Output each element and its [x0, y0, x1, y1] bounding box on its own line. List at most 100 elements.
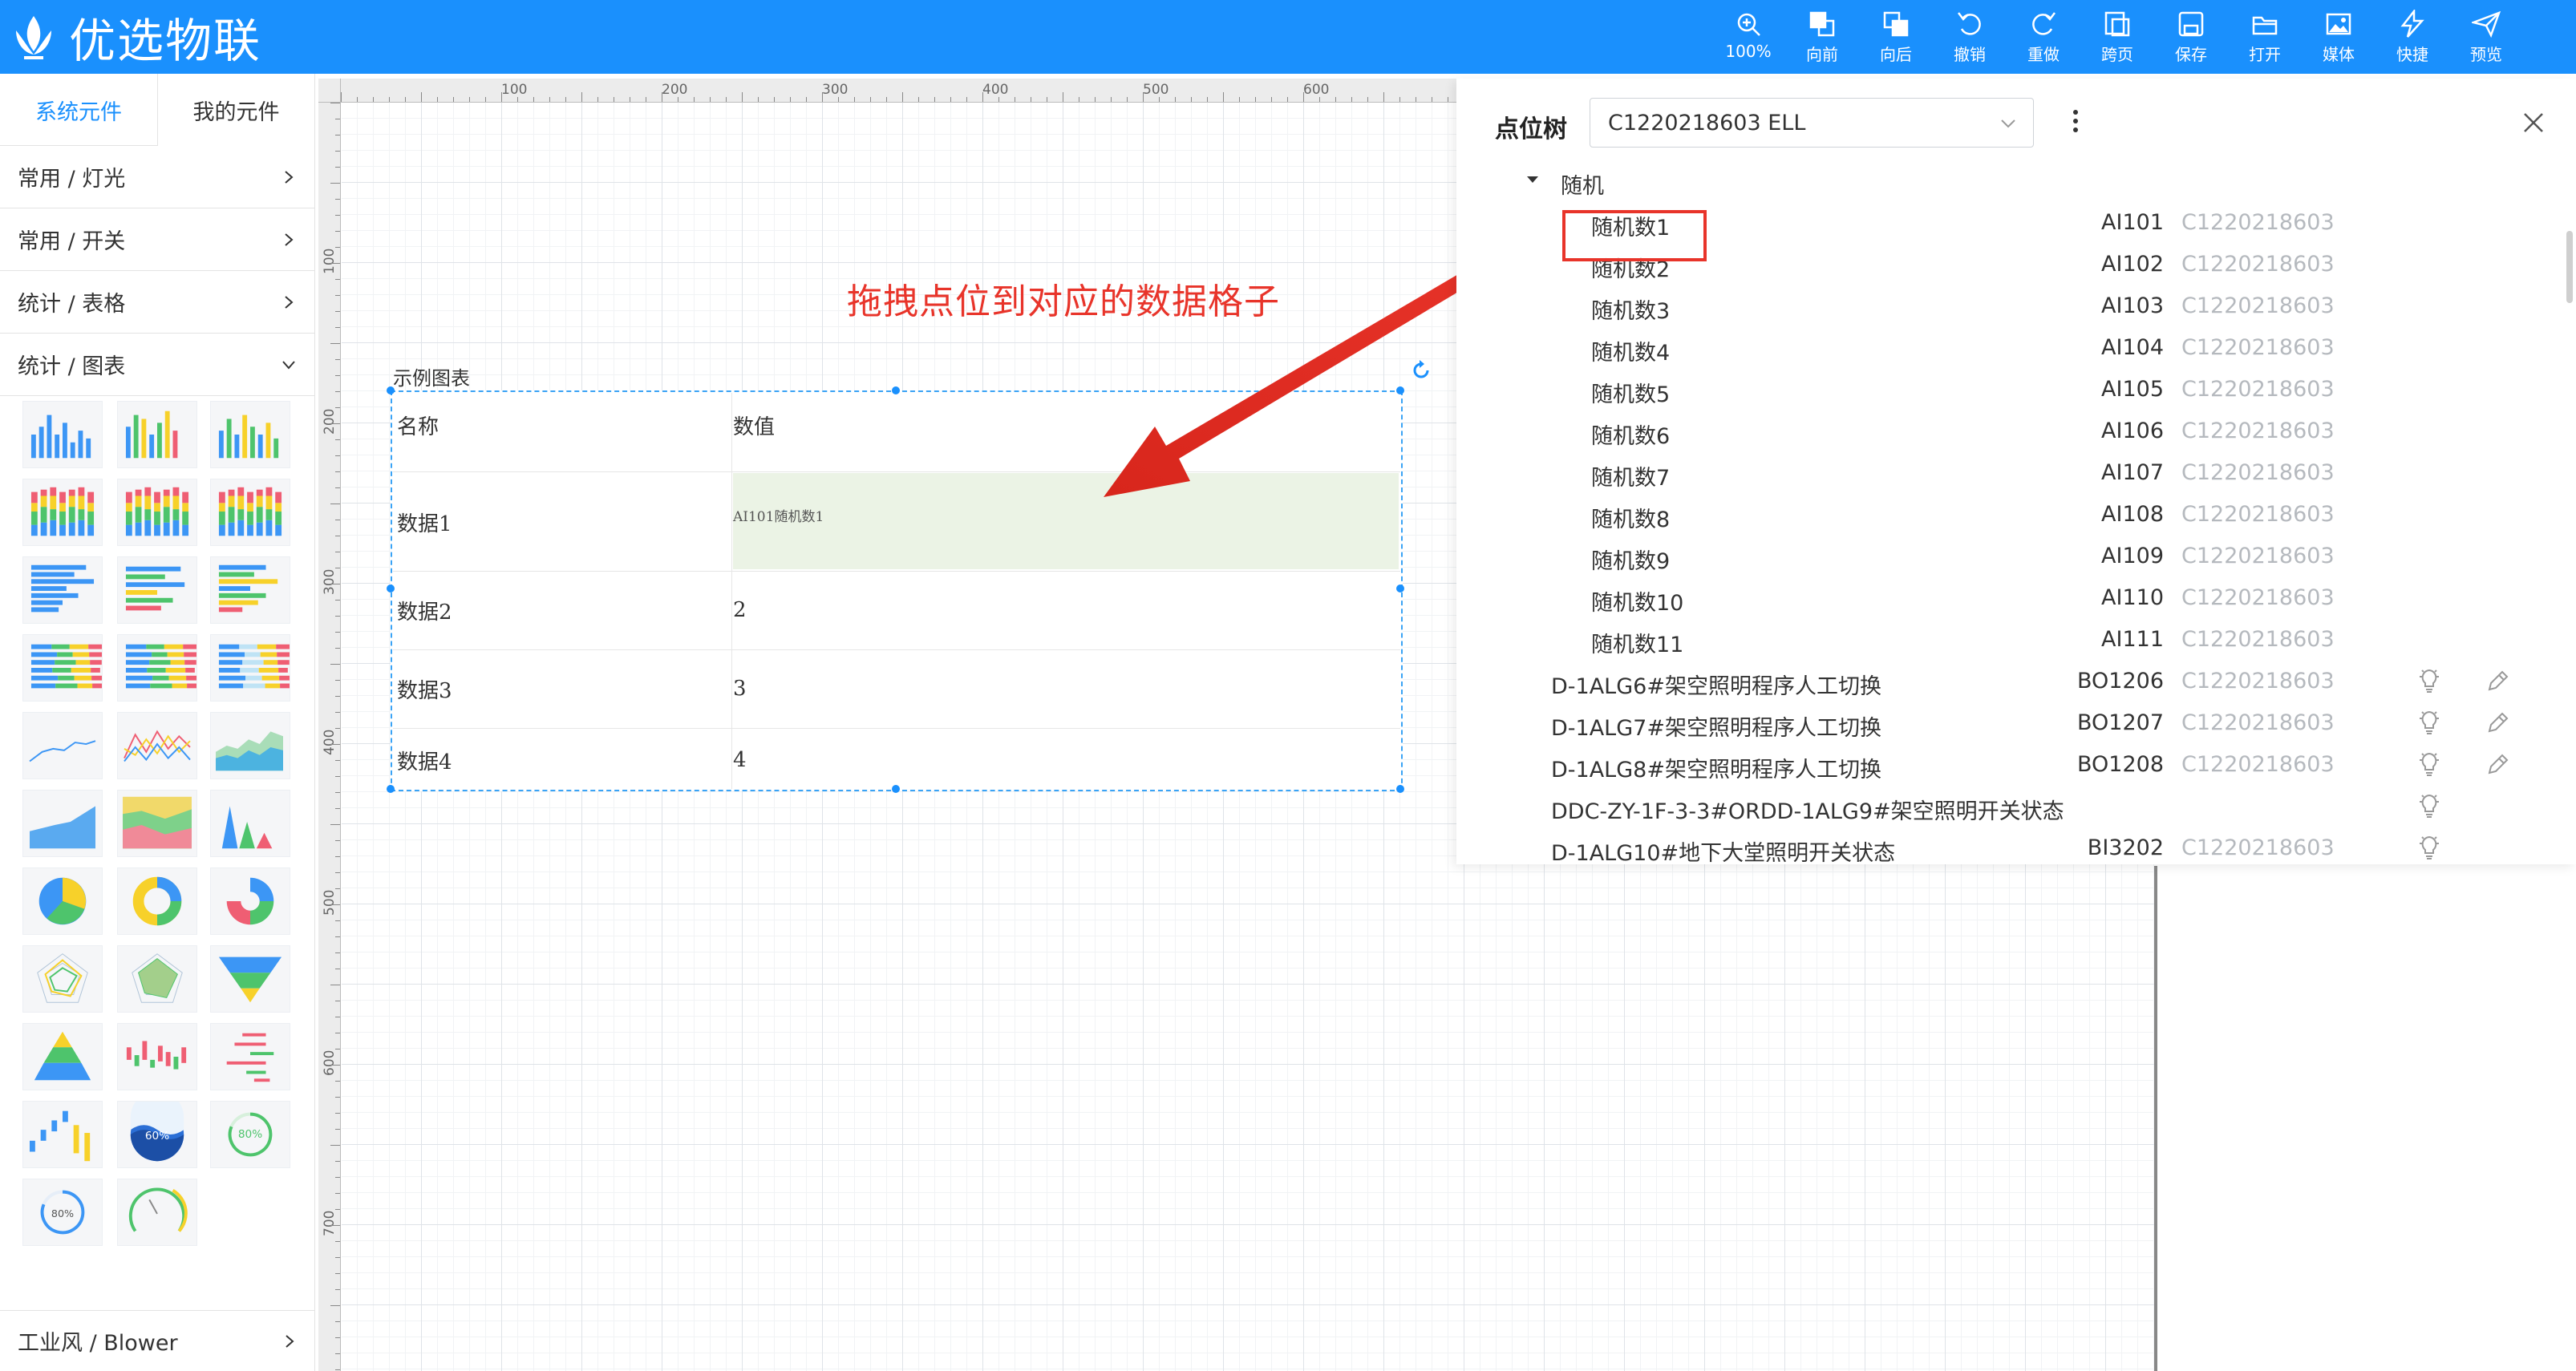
chart-thumbnail-radar2[interactable]	[117, 945, 197, 1013]
more-vertical-icon[interactable]	[2071, 107, 2080, 135]
chart-thumbnail-hbar1[interactable]	[22, 556, 103, 624]
chart-thumbnail-wave[interactable]: 60%	[117, 1101, 197, 1168]
lightbulb-icon[interactable]	[2417, 792, 2441, 819]
chart-thumbnail-stack1[interactable]	[22, 479, 103, 546]
ruler-tick	[341, 92, 342, 102]
resize-handle[interactable]	[1396, 584, 1404, 592]
chart-thumbnail-funnel[interactable]	[210, 945, 290, 1013]
ruler-tick	[335, 1129, 340, 1130]
chart-thumbnail-line1[interactable]	[22, 712, 103, 779]
toolbar-button-send-backward[interactable]: 向后	[1859, 8, 1933, 69]
close-icon[interactable]	[2521, 111, 2546, 135]
tree-group-random[interactable]: 随机	[1561, 168, 1604, 200]
resize-handle[interactable]	[892, 386, 900, 394]
ruler-tick	[335, 936, 340, 937]
chart-thumbnail-area2[interactable]	[22, 790, 103, 857]
chart-pie2-icon	[226, 877, 274, 925]
chart-thumbnail-bar2[interactable]	[117, 401, 197, 468]
ruler-tick	[330, 1065, 340, 1066]
send-icon	[2472, 10, 2501, 38]
edit-icon[interactable]	[2485, 709, 2509, 736]
chart-thumbnail-steps[interactable]	[22, 1101, 103, 1168]
toolbar-button-bring-forward[interactable]: 向前	[1785, 8, 1859, 69]
chart-thumbnail-ring80b[interactable]: 80%	[22, 1179, 103, 1246]
ruler-left-label: 300	[322, 568, 338, 595]
chart-thumbnail-donut[interactable]	[117, 867, 197, 935]
ruler-tick	[373, 97, 374, 102]
chart-thumbnail-pie2[interactable]	[210, 867, 290, 935]
ruler-tick	[335, 1369, 340, 1370]
edit-icon[interactable]	[2485, 667, 2509, 694]
lightbulb-icon[interactable]	[2417, 709, 2441, 736]
point-code: AI108	[2101, 502, 2164, 527]
toolbar-button-lightning[interactable]: 快捷	[2376, 8, 2449, 69]
device-select[interactable]: C1220218603 ELL	[1590, 98, 2034, 148]
lightbulb-icon[interactable]	[2417, 834, 2441, 861]
toolbar-button-undo[interactable]: 撤销	[1933, 8, 2007, 69]
category-table[interactable]: 统计 / 表格	[0, 271, 314, 334]
tab-system-components[interactable]: 系统元件	[0, 74, 157, 146]
resize-handle[interactable]	[387, 584, 395, 592]
resize-handle[interactable]	[892, 785, 900, 793]
chart-thumbnail-hstack3[interactable]	[210, 634, 290, 702]
tab-my-components[interactable]: 我的元件	[157, 74, 314, 146]
lightbulb-icon[interactable]	[2417, 667, 2441, 694]
chart-thumbnail-line2[interactable]	[117, 712, 197, 779]
toolbar-button-folder-open[interactable]: 打开	[2228, 8, 2302, 69]
chart-thumbnail-hbar2[interactable]	[117, 556, 197, 624]
panel-scrollbar[interactable]	[2566, 231, 2573, 303]
chart-thumbnail-area3[interactable]	[117, 790, 197, 857]
toolbar-button-save[interactable]: 保存	[2154, 8, 2228, 69]
ruler-tick	[1367, 97, 1368, 102]
chart-thumbnail-pyramid[interactable]	[22, 1023, 103, 1090]
lightbulb-icon[interactable]	[2417, 750, 2441, 778]
ruler-tick	[902, 92, 903, 102]
toolbar-label: 100%	[1725, 42, 1772, 61]
chart-thumbnail-candle[interactable]	[117, 1023, 197, 1090]
ruler-tick	[533, 97, 534, 102]
toolbar-button-zoom-in[interactable]: 100%	[1711, 8, 1785, 69]
category-lighting[interactable]: 常用 / 灯光	[0, 146, 314, 208]
toolbar-label: 重做	[2027, 45, 2060, 64]
chart-thumbnail-stack2[interactable]	[117, 479, 197, 546]
chart-thumbnail-bar3[interactable]	[210, 401, 290, 468]
ruler-tick	[335, 856, 340, 857]
ruler-tick	[335, 1081, 340, 1082]
category-switch[interactable]: 常用 / 开关	[0, 208, 314, 271]
chart-stack2-icon	[125, 487, 189, 536]
resize-handle[interactable]	[1396, 785, 1404, 793]
chart-thumbnail-area1[interactable]	[210, 712, 290, 779]
ruler-tick	[335, 279, 340, 280]
category-blower[interactable]: 工业风 / Blower	[0, 1310, 315, 1371]
toolbar-button-media[interactable]: 媒体	[2302, 8, 2376, 69]
caret-down-icon[interactable]	[1521, 167, 1545, 194]
point-device: C1220218603	[2181, 293, 2335, 318]
chart-thumbnail-pie1[interactable]	[22, 867, 103, 935]
chart-thumbnail-hbar3[interactable]	[210, 556, 290, 624]
resize-handle[interactable]	[387, 785, 395, 793]
chart-hbar3-icon	[218, 564, 278, 613]
resize-handle[interactable]	[387, 386, 395, 394]
gauge-label: 60%	[145, 1130, 169, 1142]
point-code: AI109	[2101, 544, 2164, 568]
chart-stack1-icon	[30, 487, 95, 536]
ruler-tick	[1383, 92, 1384, 102]
chart-thumbnail-bar1[interactable]	[22, 401, 103, 468]
chart-thumbnail-peaks[interactable]	[210, 790, 290, 857]
chart-thumbnail-stack3[interactable]	[210, 479, 290, 546]
chart-thumbnail-ring80[interactable]: 80%	[210, 1101, 290, 1168]
toolbar-label: 媒体	[2323, 45, 2355, 64]
chart-thumbnail-gauge[interactable]	[117, 1179, 197, 1246]
chart-funnel-icon	[218, 956, 282, 1003]
edit-icon[interactable]	[2485, 750, 2509, 778]
chart-thumbnail-hstack2[interactable]	[117, 634, 197, 702]
ruler-tick	[998, 97, 999, 102]
toolbar-button-cross-page[interactable]: 跨页	[2080, 8, 2154, 69]
chart-thumbnail-hstack1[interactable]	[22, 634, 103, 702]
toolbar-button-redo[interactable]: 重做	[2007, 8, 2080, 69]
category-chart[interactable]: 统计 / 图表	[0, 334, 314, 396]
chart-thumbnail-hbars[interactable]	[210, 1023, 290, 1090]
chart-thumbnail-radar1[interactable]	[22, 945, 103, 1013]
chevron-right-icon	[285, 170, 294, 184]
toolbar-button-send[interactable]: 预览	[2449, 8, 2523, 69]
